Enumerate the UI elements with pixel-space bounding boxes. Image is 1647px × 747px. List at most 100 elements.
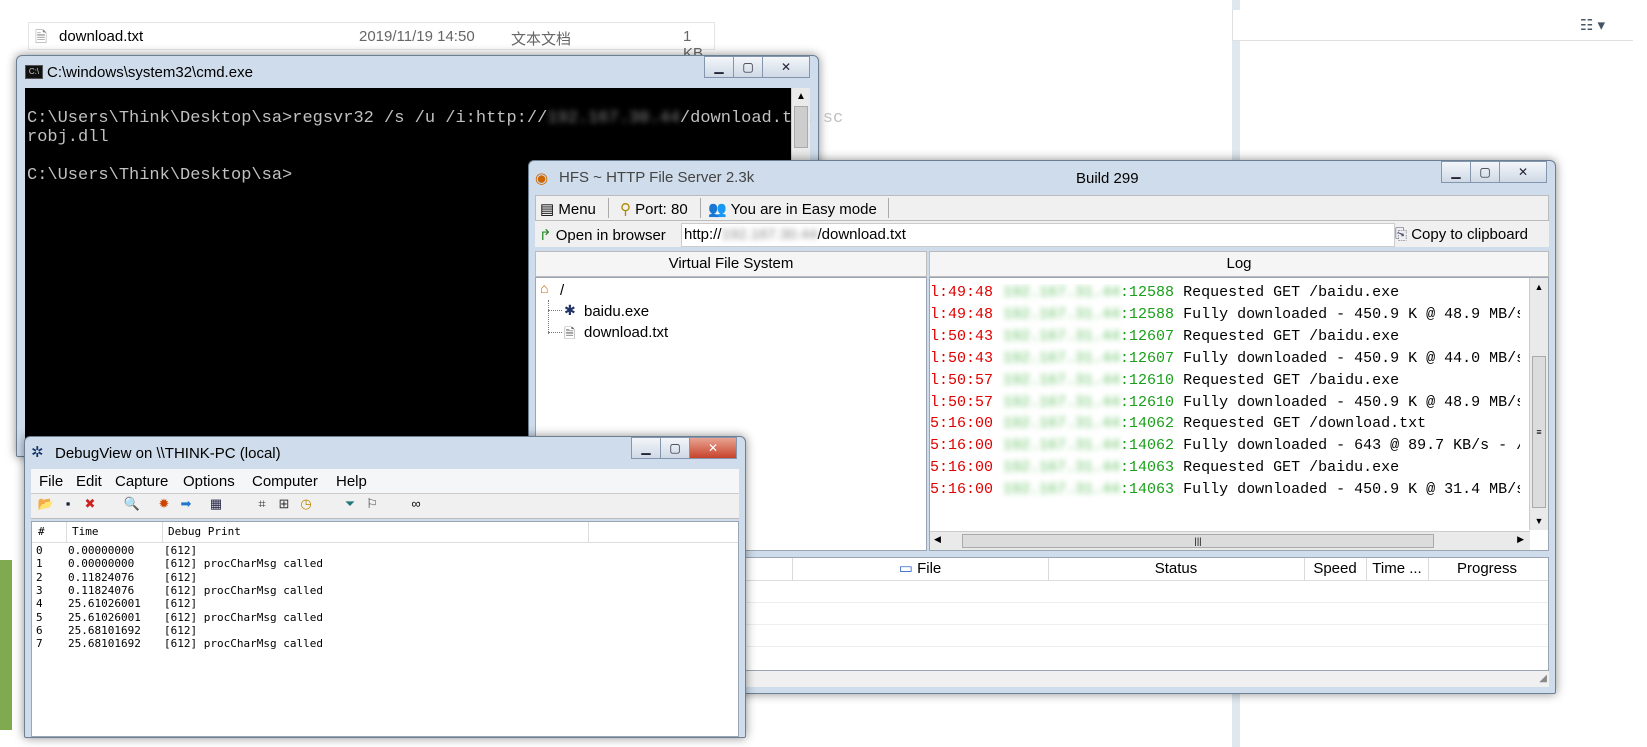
home-icon: ⌂ [540, 280, 549, 296]
log-line[interactable]: l:50:43 192.167.31.44:12607 Requested GET … [930, 328, 1399, 345]
history-icon[interactable]: ⊞ [275, 496, 293, 512]
open-folder-icon[interactable]: 📂 [37, 496, 55, 512]
close-button[interactable]: ✕ [689, 437, 737, 459]
log-ip: 192.167.31.44 [1003, 284, 1121, 301]
table-row[interactable]: 4 25.61026001 [612] [32, 597, 738, 610]
scroll-left-arrow-icon[interactable]: ◀ [934, 534, 941, 545]
menu-computer[interactable]: Computer [252, 473, 318, 490]
save-icon[interactable]: ▪ [59, 496, 77, 512]
hfs-titlebar[interactable]: ◉ HFS ~ HTTP File Server 2.3k Build 299 … [529, 161, 1555, 191]
column-number[interactable]: # [38, 522, 45, 542]
log-line[interactable]: 5:16:00 192.167.31.44:14062 Requested GET … [930, 415, 1426, 432]
scroll-up-arrow-icon[interactable]: ▲ [792, 88, 810, 106]
table-row[interactable]: 3 0.11824076 [612] procCharMsg called [32, 584, 738, 597]
view-list-icon[interactable]: ☷ ▾ [1580, 16, 1605, 34]
log-horizontal-scrollbar[interactable]: ◀ ||| ▶ [930, 531, 1530, 550]
menu-file[interactable]: File [39, 473, 63, 490]
maximize-button[interactable]: ▢ [733, 56, 763, 78]
row-debug-print: [612] procCharMsg called [164, 637, 323, 651]
log-line[interactable]: 5:16:00 192.167.31.44:14063 Fully download… [930, 481, 1520, 498]
binoculars-icon[interactable]: ∞ [407, 496, 425, 512]
row-time: 0.11824076 [68, 583, 135, 597]
scroll-up-arrow-icon[interactable]: ▲ [1530, 278, 1548, 296]
cmd-line-3: C:\Users\Think\Desktop\sa> [27, 166, 293, 185]
menu-edit[interactable]: Edit [76, 473, 102, 490]
debugview-titlebar[interactable]: ✲ DebugView on \\THINK-PC (local) ▁ ▢ ✕ [25, 437, 745, 467]
hfs-port-button[interactable]: ⚲ Port: 80 [620, 200, 688, 218]
filter-icon[interactable]: ⌗ [253, 496, 271, 512]
column-debug-print[interactable]: Debug Print [168, 522, 241, 542]
log-message: Fully downloaded - 450.9 K @ 31.4 MB/s -… [1183, 481, 1520, 499]
table-row[interactable]: 1 0.00000000 [612] procCharMsg called [32, 557, 738, 570]
copy-to-clipboard-button[interactable]: ⎘ Copy to clipboard [1395, 226, 1528, 243]
hfs-url-field[interactable]: http://192.167.30.44/download.txt [681, 223, 1395, 247]
menu-help[interactable]: Help [336, 473, 367, 490]
table-row[interactable]: 2 0.11824076 [612] [32, 571, 738, 584]
hfs-mode-button[interactable]: 👥 You are in Easy mode [708, 200, 877, 218]
column-time[interactable]: Time ... [1366, 558, 1429, 580]
log-port: :12610 [1120, 393, 1175, 411]
log-ip: 192.167.31.44 [1003, 371, 1121, 389]
minimize-button[interactable]: ▁ [704, 56, 734, 78]
log-line[interactable]: l:50:57 192.167.31.44:12610 Fully download… [930, 394, 1520, 411]
log-line[interactable]: l:49:48 192.167.31.44:12588 Fully download… [930, 306, 1520, 323]
close-button[interactable]: ✕ [762, 56, 810, 78]
log-vertical-scrollbar[interactable]: ▲ ≡ ▼ [1529, 278, 1548, 530]
clear-log-icon[interactable]: ✖ [81, 496, 99, 512]
capture-icon[interactable]: ✹ [155, 496, 173, 512]
log-time: 5:16:00 [930, 437, 994, 455]
vfs-item-download[interactable]: download.txt [584, 324, 668, 341]
menu-options[interactable]: Options [183, 473, 235, 490]
table-row[interactable]: 7 25.68101692 [612] procCharMsg called [32, 637, 738, 650]
cmd-titlebar[interactable]: C:\ C:\windows\system32\cmd.exe ▁ ▢ ✕ [17, 56, 818, 86]
debugview-window[interactable]: ✲ DebugView on \\THINK-PC (local) ▁ ▢ ✕ … [24, 436, 746, 738]
column-speed[interactable]: Speed [1304, 558, 1367, 580]
pin-icon[interactable]: ⚐ [363, 496, 381, 512]
scroll-thumb[interactable]: ≡ [1532, 356, 1546, 508]
log-line[interactable]: l:50:57 192.167.31.44:12610 Requested GET … [930, 372, 1399, 389]
debugview-bug-icon: ✲ [31, 444, 44, 461]
column-status[interactable]: Status [1048, 558, 1305, 580]
close-button[interactable]: ✕ [1499, 161, 1547, 183]
scroll-right-arrow-icon[interactable]: ▶ [1517, 534, 1524, 545]
minimize-button[interactable]: ▁ [1441, 161, 1471, 183]
vfs-root[interactable]: / [560, 282, 564, 299]
table-row[interactable]: 6 25.68101692 [612] [32, 624, 738, 637]
scroll-down-arrow-icon[interactable]: ▼ [1530, 512, 1548, 530]
maximize-button[interactable]: ▢ [660, 437, 690, 459]
row-time: 25.68101692 [68, 637, 141, 651]
capture-kernel-icon[interactable]: ▦ [207, 496, 225, 512]
row-number: 0 [36, 544, 43, 557]
explorer-file-row[interactable]: 🗎 download.txt 2019/11/19 14:50 文本文档 1 K… [28, 22, 715, 62]
find-icon[interactable]: 🔍 [123, 496, 141, 512]
debugview-list[interactable]: # Time Debug Print 0 0.00000000 [612] 1 0.00… [31, 521, 739, 737]
column-file[interactable]: ▭ File [792, 558, 1049, 580]
log-header[interactable]: Log [929, 251, 1549, 277]
log-line[interactable]: l:49:48 192.167.31.44:12588 Requested GET … [930, 284, 1399, 301]
table-row[interactable]: 5 25.61026001 [612] procCharMsg called [32, 611, 738, 624]
table-row[interactable]: 0 0.00000000 [612] [32, 544, 738, 557]
column-progress[interactable]: Progress [1428, 558, 1546, 580]
log-line[interactable]: 5:16:00 192.167.31.44:14062 Fully download… [930, 437, 1520, 454]
log-message: Fully downloaded - 450.9 K @ 44.0 MB/s -… [1183, 349, 1520, 367]
maximize-button[interactable]: ▢ [1470, 161, 1500, 183]
vfs-header[interactable]: Virtual File System [535, 251, 927, 277]
minimize-button[interactable]: ▁ [631, 437, 661, 459]
autoscroll-arrow-icon[interactable]: ➡ [177, 496, 195, 512]
log-ip: 192.167.31.44 [1003, 305, 1121, 323]
debugview-caption-buttons: ▁ ▢ ✕ [631, 437, 737, 459]
resize-grip-icon[interactable]: ◢ [1539, 673, 1547, 684]
log-panel[interactable]: l:49:48 192.167.31.44:12588 Requested GET … [929, 277, 1549, 551]
clock-icon[interactable]: ◷ [297, 496, 315, 512]
log-line[interactable]: 5:16:00 192.167.31.44:14063 Requested GET … [930, 459, 1399, 476]
row-debug-print: [612] [164, 597, 198, 611]
log-line[interactable]: l:50:43 192.167.31.44:12607 Fully download… [930, 350, 1520, 367]
menu-capture[interactable]: Capture [115, 473, 168, 490]
hfs-menu-button[interactable]: ▤ Menu [540, 200, 596, 218]
open-in-browser-button[interactable]: ↱ Open in browser [539, 226, 666, 244]
highlight-icon[interactable]: ⏷ [341, 496, 359, 512]
vfs-item-baidu[interactable]: baidu.exe [584, 303, 649, 320]
column-time[interactable]: Time [72, 522, 99, 542]
scroll-thumb[interactable]: ||| [962, 534, 1434, 548]
scroll-thumb[interactable] [794, 106, 808, 148]
